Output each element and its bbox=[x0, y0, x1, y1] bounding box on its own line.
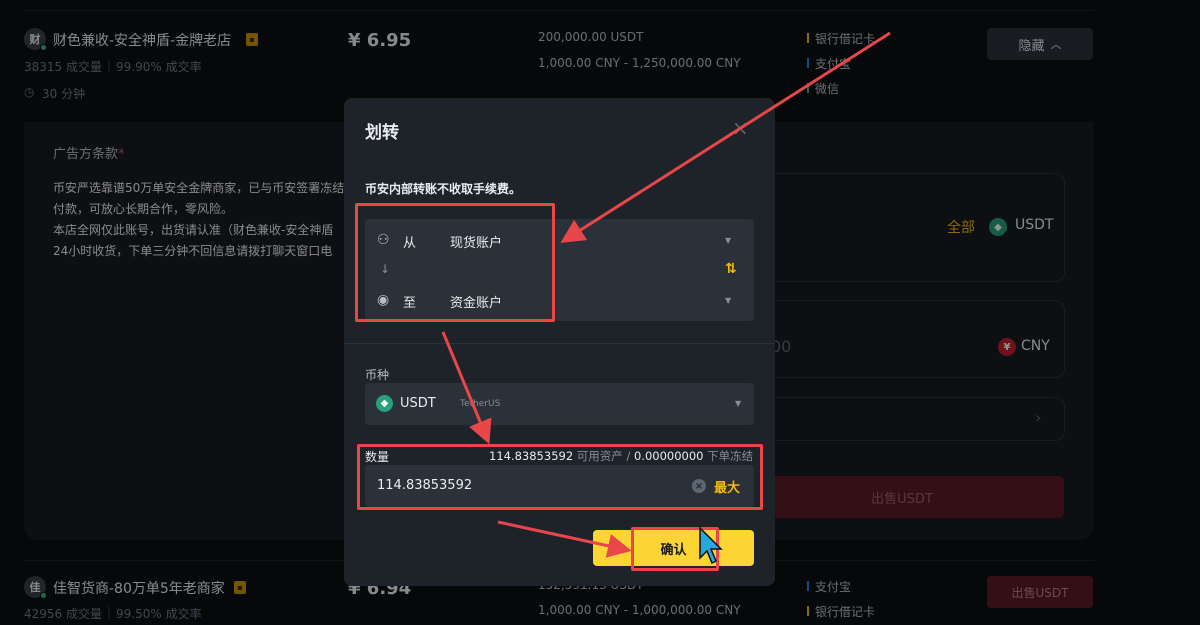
annotation-arrows bbox=[441, 31, 891, 565]
arrow-to-accounts bbox=[560, 31, 891, 243]
arrow-to-amount bbox=[441, 331, 492, 445]
arrow-to-confirm bbox=[497, 520, 632, 558]
mouse-cursor-icon bbox=[699, 526, 723, 565]
